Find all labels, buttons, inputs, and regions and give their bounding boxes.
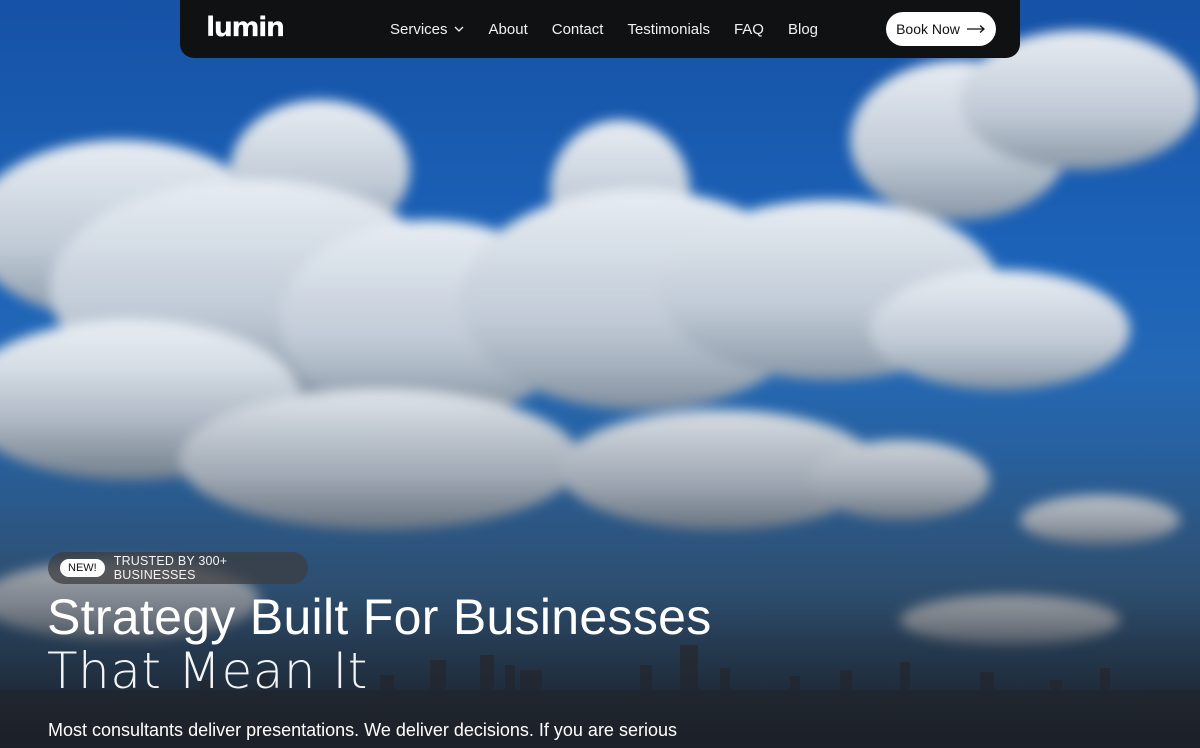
nav-item-about[interactable]: About bbox=[489, 21, 528, 38]
chevron-down-icon bbox=[454, 26, 463, 32]
nav-item-testimonials[interactable]: Testimonials bbox=[627, 21, 710, 38]
hero-subtext: Most consultants deliver presentations. … bbox=[48, 720, 677, 740]
main-nav: Services About Contact Testimonials FAQ … bbox=[390, 0, 842, 58]
badge-text: TRUSTED BY 300+ BUSINESSES bbox=[113, 554, 228, 582]
hero-headline-line2: That Mean It bbox=[47, 642, 368, 700]
trust-badge: NEW! TRUSTED BY 300+ BUSINESSES bbox=[48, 552, 308, 584]
nav-item-label: Services bbox=[390, 20, 448, 38]
brand-logo[interactable]: lumin bbox=[206, 12, 285, 43]
book-now-label: Book Now bbox=[896, 21, 960, 37]
nav-item-faq[interactable]: FAQ bbox=[734, 21, 764, 38]
book-now-button[interactable]: Book Now bbox=[886, 12, 996, 46]
top-navbar: lumin Services About Contact Testimonial… bbox=[180, 0, 1020, 58]
nav-item-blog[interactable]: Blog bbox=[788, 21, 818, 38]
new-pill: NEW! bbox=[60, 559, 105, 577]
arrow-right-icon bbox=[966, 25, 985, 33]
nav-item-services[interactable]: Services bbox=[390, 21, 465, 38]
hero-headline-line1: Strategy Built For Businesses bbox=[47, 589, 712, 645]
nav-item-contact[interactable]: Contact bbox=[552, 21, 604, 38]
